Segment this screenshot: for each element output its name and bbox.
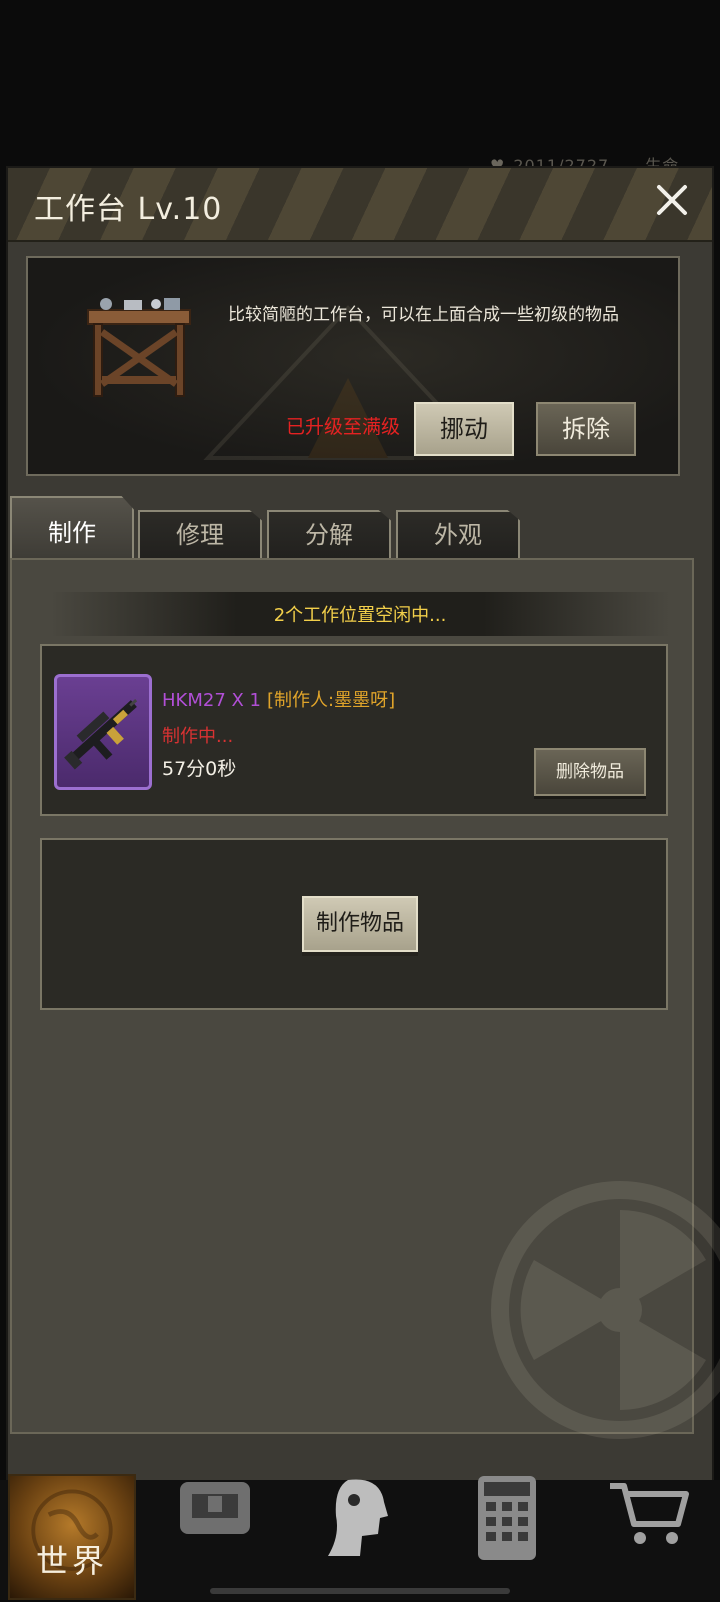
- cart-icon: [610, 1483, 689, 1544]
- nav-world-label: 世界: [36, 1542, 109, 1580]
- remove-button[interactable]: 拆除: [536, 402, 636, 456]
- item-title-line: HKM27 X 1 [制作人:墨墨呀]: [162, 686, 395, 712]
- character-icon: [328, 1479, 388, 1556]
- panel-title: 工作台 Lv.10: [34, 192, 223, 227]
- rifle-icon: [64, 698, 138, 770]
- close-button[interactable]: [652, 180, 692, 220]
- close-icon: [657, 185, 687, 215]
- calculator-icon: [478, 1476, 536, 1560]
- tab-craft[interactable]: 制作: [10, 496, 134, 558]
- item-name: HKM27 X 1: [162, 690, 261, 711]
- nav-character-button[interactable]: [318, 1476, 408, 1566]
- item-slot[interactable]: [54, 674, 152, 790]
- craft-time-left: 57分0秒: [162, 758, 237, 780]
- workbench-description: 比较简陋的工作台，可以在上面合成一些初级的物品: [228, 305, 619, 325]
- move-button[interactable]: 挪动: [414, 402, 514, 456]
- tab-repair[interactable]: 修理: [138, 510, 262, 558]
- radiation-icon: [490, 1180, 720, 1440]
- craft-state: 制作中...: [162, 726, 234, 747]
- item-maker: [制作人:墨墨呀]: [267, 690, 396, 711]
- workbench-icon: [84, 292, 194, 402]
- nav-backpack-button[interactable]: [170, 1476, 260, 1566]
- tab-dismantle[interactable]: 分解: [267, 510, 391, 558]
- tab-appearance[interactable]: 外观: [396, 510, 520, 558]
- nav-shop-button[interactable]: [604, 1476, 694, 1566]
- delete-item-button[interactable]: 删除物品: [534, 748, 646, 796]
- idle-slots-status: 2个工作位置空闲中...: [273, 605, 447, 626]
- nav-calculator-button[interactable]: [464, 1476, 554, 1566]
- backpack-icon: [180, 1482, 250, 1534]
- make-item-button[interactable]: 制作物品: [302, 896, 418, 952]
- max-level-text: 已升级至满级: [286, 416, 401, 438]
- home-indicator[interactable]: [210, 1588, 510, 1594]
